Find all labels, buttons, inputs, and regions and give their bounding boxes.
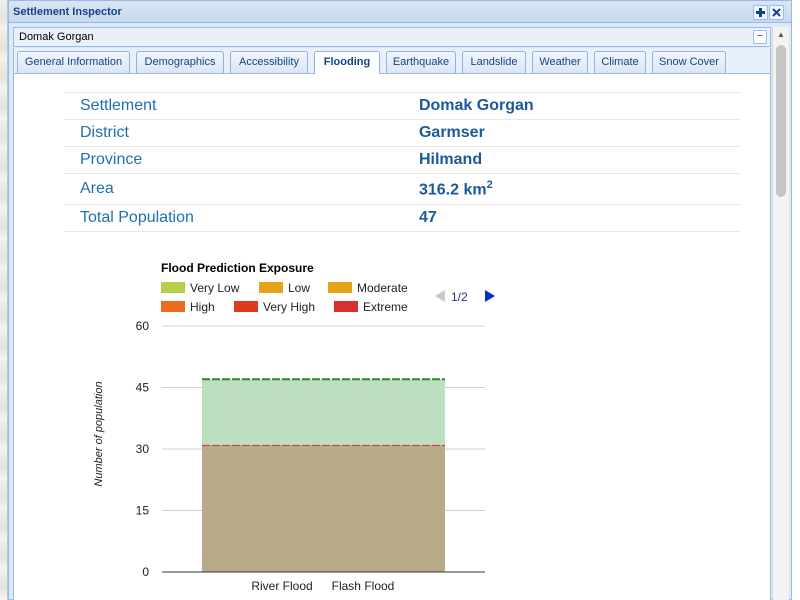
tab-label: Weather <box>539 56 581 68</box>
tab-accessibility[interactable]: Accessibility <box>230 51 308 73</box>
legend-swatch-high <box>161 301 185 312</box>
tab-label: General Information <box>24 56 123 68</box>
triangle-right-icon[interactable] <box>485 290 495 302</box>
legend-swatch-extreme <box>334 301 358 312</box>
legend-label-very-low[interactable]: Very Low <box>190 281 240 295</box>
tab-general-information[interactable]: General Information <box>17 51 130 73</box>
close-icon[interactable] <box>769 5 784 20</box>
legend-pager: 1/2 <box>451 290 468 304</box>
legend-swatch-moderate <box>328 282 352 293</box>
y-tick-label: 0 <box>142 565 149 579</box>
legend-swatch-very-high <box>234 301 258 312</box>
legend-swatch-low <box>259 282 283 293</box>
pin-icon[interactable] <box>753 5 768 20</box>
y-axis-label: Number of population <box>93 381 105 486</box>
chart-plot-area: 0 15 30 45 60 River Flood Flash Flood <box>136 319 485 593</box>
tab-landslide[interactable]: Landslide <box>462 51 526 73</box>
legend-label-very-high[interactable]: Very High <box>263 300 315 314</box>
settlement-inspector-window: Settlement Inspector Domak Gorgan − Gene… <box>8 0 792 600</box>
tab-label: Earthquake <box>392 56 450 68</box>
legend-label-low[interactable]: Low <box>288 281 310 295</box>
settlement-panel-header[interactable]: Domak Gorgan − <box>13 27 771 47</box>
x-tick-label: River Flood <box>251 579 312 593</box>
tab-weather[interactable]: Weather <box>532 51 588 73</box>
tab-label: Demographics <box>144 56 216 68</box>
tab-earthquake[interactable]: Earthquake <box>386 51 456 73</box>
tab-snow-cover[interactable]: Snow Cover <box>652 51 726 73</box>
triangle-left-icon[interactable] <box>435 290 445 302</box>
area-series-2 <box>202 379 445 445</box>
map-background <box>0 0 8 600</box>
legend-label-extreme[interactable]: Extreme <box>363 300 408 314</box>
tab-label: Landslide <box>470 56 518 68</box>
tab-flooding[interactable]: Flooding <box>314 51 380 75</box>
tab-label: Snow Cover <box>659 56 719 68</box>
legend-title: Flood Prediction Exposure <box>161 261 314 275</box>
tab-label: Flooding <box>323 56 371 68</box>
y-tick-label: 45 <box>136 381 150 395</box>
area-series-1 <box>202 444 445 572</box>
scroll-up-icon[interactable]: ▲ <box>773 27 789 43</box>
window-titlebar[interactable]: Settlement Inspector <box>9 1 791 23</box>
flood-exposure-chart: Flood Prediction Exposure Very Low Low M… <box>93 261 495 593</box>
x-tick-label: Flash Flood <box>332 579 395 593</box>
tab-climate[interactable]: Climate <box>594 51 646 73</box>
tab-bar: General Information Demographics Accessi… <box>13 48 771 75</box>
y-tick-label: 15 <box>136 504 150 518</box>
settlement-name-header: Domak Gorgan <box>19 31 94 43</box>
y-tick-label: 60 <box>136 319 150 333</box>
window-title: Settlement Inspector <box>13 5 122 18</box>
tab-demographics[interactable]: Demographics <box>136 51 224 73</box>
vertical-scrollbar[interactable]: ▲ <box>772 27 789 600</box>
legend-swatch-very-low <box>161 282 185 293</box>
minus-icon[interactable]: − <box>753 30 767 44</box>
legend-label-high[interactable]: High <box>190 300 215 314</box>
flooding-tab-content: Settlement Domak Gorgan District Garmser… <box>13 74 771 600</box>
scrollbar-thumb[interactable] <box>776 45 786 197</box>
tab-label: Climate <box>601 56 639 68</box>
legend-label-moderate[interactable]: Moderate <box>357 281 408 295</box>
y-tick-label: 30 <box>136 442 150 456</box>
tab-label: Accessibility <box>239 56 299 68</box>
